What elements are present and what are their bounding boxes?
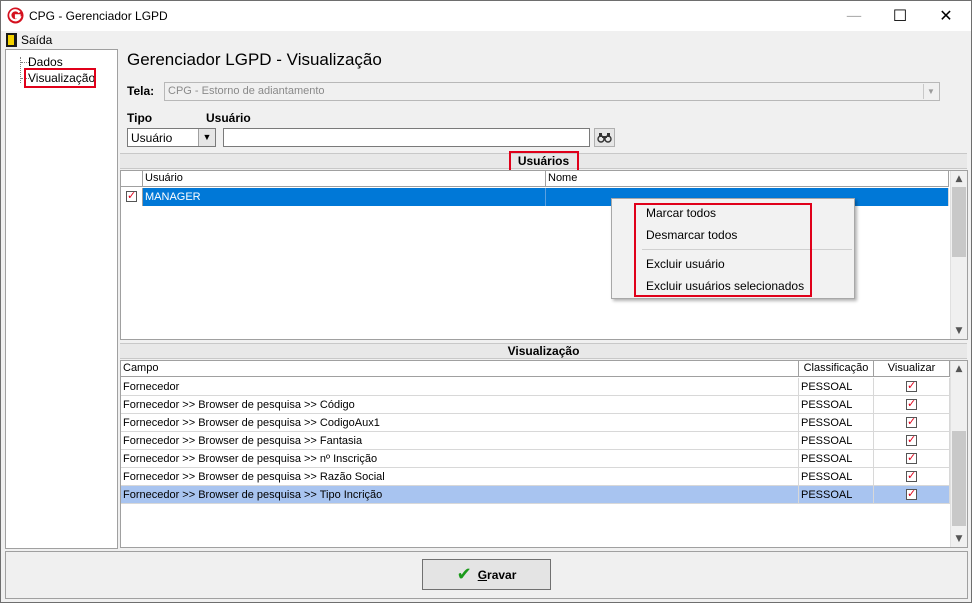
tipo-label: Tipo [127, 111, 153, 125]
view-section-title: Visualização [507, 344, 580, 358]
usuario-label: Usuário [206, 111, 251, 125]
binoculars-icon [597, 133, 612, 143]
app-logo-icon [7, 7, 24, 24]
cell-classificacao: PESSOAL [799, 396, 874, 414]
cell-classificacao: PESSOAL [799, 486, 874, 504]
table-row[interactable]: Fornecedor >> Browser de pesquisa >> nº … [121, 450, 950, 468]
column-usuario[interactable]: Usuário [143, 171, 546, 187]
checkbox-checked-icon[interactable] [906, 487, 917, 500]
table-row[interactable]: Fornecedor >> Browser de pesquisa >> Cód… [121, 396, 950, 414]
app-window: CPG - Gerenciador LGPD — ☐ ✕ Saída Dados… [0, 0, 972, 603]
cell-campo: Fornecedor >> Browser de pesquisa >> nº … [121, 450, 799, 468]
cell-campo: Fornecedor >> Browser de pesquisa >> Cod… [121, 414, 799, 432]
table-row[interactable]: Fornecedor >> Browser de pesquisa >> Tip… [121, 486, 950, 504]
cell-classificacao: PESSOAL [799, 378, 874, 396]
chevron-down-icon[interactable]: ▼ [198, 129, 215, 146]
page-title: Gerenciador LGPD - Visualização [127, 50, 382, 69]
users-scrollbar[interactable]: ▲ ▼ [950, 171, 967, 339]
highlight-box [509, 151, 579, 172]
view-section-header: Visualização [120, 343, 967, 359]
window-title: CPG - Gerenciador LGPD [29, 9, 168, 23]
scroll-up-icon[interactable]: ▲ [951, 172, 967, 186]
cell-visualizar[interactable] [874, 468, 950, 486]
scroll-down-icon[interactable]: ▼ [951, 532, 967, 546]
column-nome[interactable]: Nome [546, 171, 949, 187]
search-button[interactable] [594, 128, 615, 147]
context-menu: Marcar todos Desmarcar todos Excluir usu… [611, 198, 855, 299]
cell-classificacao: PESSOAL [799, 450, 874, 468]
title-bar: CPG - Gerenciador LGPD — ☐ ✕ [1, 1, 971, 31]
tipo-select[interactable]: Usuário ▼ [127, 128, 216, 147]
tela-label: Tela: [127, 84, 155, 98]
checkbox-checked-icon[interactable] [906, 451, 917, 464]
cell-visualizar[interactable] [874, 396, 950, 414]
column-visualizar[interactable]: Visualizar [874, 361, 950, 377]
chevron-down-icon: ▼ [923, 84, 938, 99]
checkbox-checked-icon[interactable] [906, 433, 917, 446]
cell-classificacao: PESSOAL [799, 432, 874, 450]
cell-visualizar[interactable] [874, 378, 950, 396]
table-row[interactable]: Fornecedor >> Browser de pesquisa >> Cod… [121, 414, 950, 432]
tela-select: CPG - Estorno de adiantamento ▼ [164, 82, 940, 101]
menu-exit[interactable]: Saída [6, 32, 52, 47]
scroll-up-icon[interactable]: ▲ [951, 362, 967, 376]
cell-usuario: MANAGER [143, 188, 546, 206]
cell-visualizar[interactable] [874, 414, 950, 432]
view-grid: Campo Classificação Visualizar Fornecedo… [120, 360, 968, 548]
save-hotkey: G [477, 567, 488, 582]
navigation-tree: Dados Visualização [5, 49, 118, 549]
scroll-down-icon[interactable]: ▼ [951, 324, 967, 338]
users-grid-header: Usuário Nome [121, 171, 949, 187]
minimize-button[interactable]: — [831, 1, 877, 31]
cell-classificacao: PESSOAL [799, 414, 874, 432]
checkbox-checked-icon[interactable] [906, 397, 917, 410]
cell-visualizar[interactable] [874, 432, 950, 450]
footer-bar: ✔ Gravar [5, 551, 968, 599]
door-exit-icon [6, 32, 17, 47]
view-scrollbar[interactable]: ▲ ▼ [950, 361, 967, 547]
menu-exit-label: Saída [21, 32, 53, 47]
highlight-box [24, 68, 96, 88]
view-grid-header: Campo Classificação Visualizar [121, 361, 950, 377]
tela-value: CPG - Estorno de adiantamento [168, 85, 325, 97]
cell-campo: Fornecedor >> Browser de pesquisa >> Raz… [121, 468, 799, 486]
cell-visualizar[interactable] [874, 486, 950, 504]
cell-campo: Fornecedor >> Browser de pesquisa >> Cód… [121, 396, 799, 414]
cell-campo: Fornecedor [121, 378, 799, 396]
checkbox-checked-icon[interactable] [906, 415, 917, 428]
highlight-box [634, 203, 812, 297]
scroll-thumb[interactable] [952, 431, 966, 526]
cell-campo: Fornecedor >> Browser de pesquisa >> Tip… [121, 486, 799, 504]
cell-classificacao: PESSOAL [799, 468, 874, 486]
tree-connector [20, 57, 21, 83]
menu-bar: Saída [1, 31, 971, 47]
checkbox-checked-icon[interactable] [906, 379, 917, 392]
table-row[interactable]: Fornecedor PESSOAL [121, 378, 950, 396]
tipo-value: Usuário [131, 131, 173, 145]
checkbox-checked-icon[interactable] [906, 469, 917, 482]
cell-visualizar[interactable] [874, 450, 950, 468]
close-button[interactable]: ✕ [923, 1, 969, 31]
maximize-button[interactable]: ☐ [877, 1, 923, 31]
scroll-thumb[interactable] [952, 187, 966, 257]
cell-campo: Fornecedor >> Browser de pesquisa >> Fan… [121, 432, 799, 450]
save-button[interactable]: ✔ Gravar [422, 559, 551, 590]
usuario-input[interactable] [223, 128, 590, 147]
row-checkbox-cell[interactable] [121, 188, 143, 206]
column-campo[interactable]: Campo [121, 361, 799, 377]
checkbox-checked-icon[interactable] [126, 189, 137, 202]
table-row[interactable]: Fornecedor >> Browser de pesquisa >> Fan… [121, 432, 950, 450]
column-select [121, 171, 143, 187]
checkmark-icon: ✔ [456, 564, 472, 585]
tree-item-dados[interactable]: Dados [28, 55, 63, 69]
column-classificacao[interactable]: Classificação [799, 361, 874, 377]
table-row[interactable]: Fornecedor >> Browser de pesquisa >> Raz… [121, 468, 950, 486]
save-label: ravar [487, 567, 517, 582]
